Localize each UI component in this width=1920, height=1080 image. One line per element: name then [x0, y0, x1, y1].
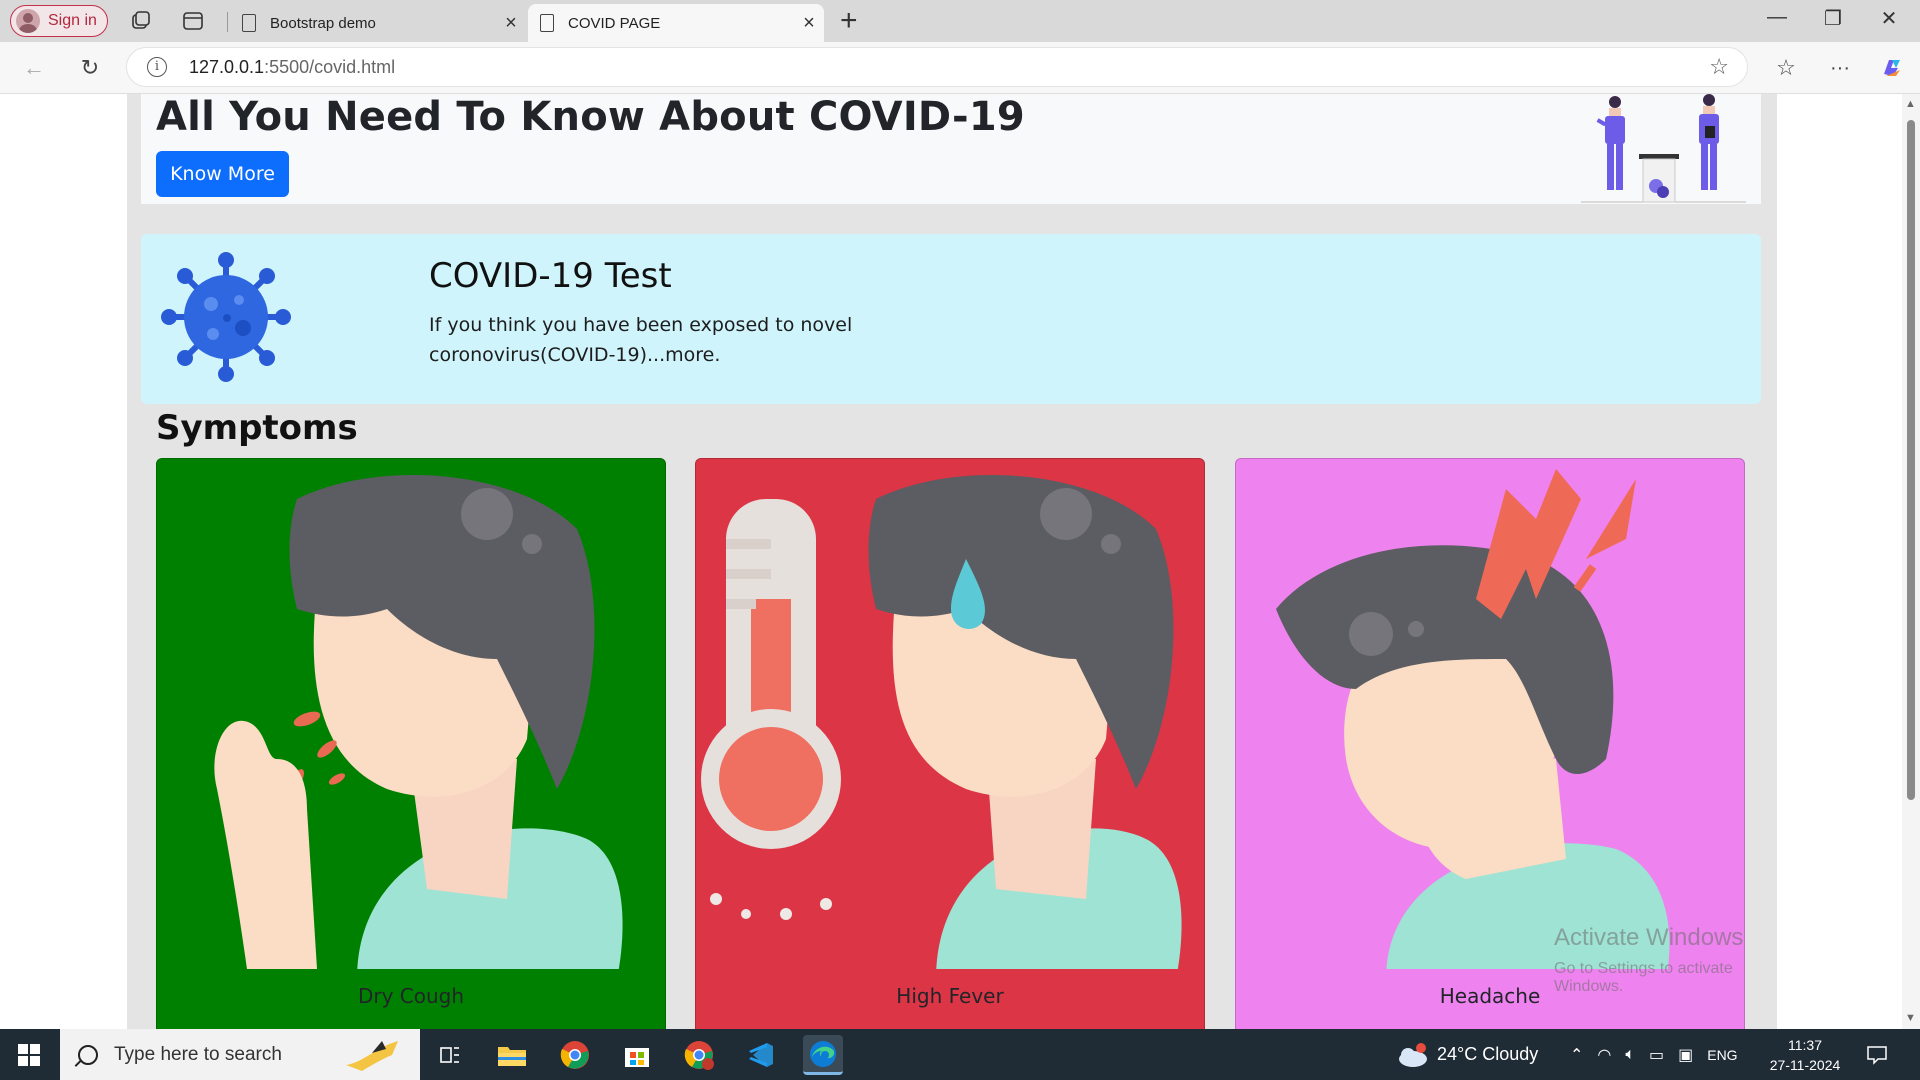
language-indicator[interactable]: ENG — [1707, 1047, 1737, 1063]
profile-avatar-icon — [16, 9, 40, 33]
microsoft-store-icon[interactable] — [617, 1035, 657, 1075]
covid-test-text: If you think you have been exposed to no… — [429, 314, 853, 366]
tab-strip: Sign in Bootstrap demo × COVID PAGE × + … — [0, 0, 1920, 42]
chrome-profile-icon[interactable] — [679, 1035, 719, 1075]
minimize-icon[interactable]: — — [1754, 6, 1800, 29]
hero-title: All You Need To Know About COVID-19 — [156, 94, 1025, 140]
high-fever-illustration — [701, 475, 1182, 969]
windows-start-icon[interactable] — [18, 1044, 40, 1066]
page-viewport: All You Need To Know About COVID-19 Know… — [0, 94, 1920, 1029]
vscode-icon[interactable] — [741, 1035, 781, 1075]
scroll-down-icon[interactable]: ▼ — [1905, 1012, 1916, 1024]
page-document-icon — [242, 14, 256, 32]
weather-widget[interactable]: 24°C Cloudy — [1395, 1029, 1538, 1080]
close-window-icon[interactable]: ✕ — [1866, 6, 1912, 31]
close-tab-icon[interactable]: × — [794, 12, 824, 35]
covid-test-title: COVID-19 Test — [429, 256, 672, 296]
scroll-up-icon[interactable]: ▲ — [1905, 98, 1916, 110]
system-tray: ⌃ ◠ 🔈︎ ▭ ▣ ENG — [1570, 1029, 1738, 1080]
page-scrollbar[interactable]: ▲ ▼ — [1902, 94, 1920, 1029]
symptom-caption: Dry Cough — [357, 984, 465, 1008]
know-more-button[interactable]: Know More — [156, 151, 289, 197]
dry-cough-illustration — [214, 475, 623, 969]
clock-date: 27-11-2024 — [1769, 1057, 1841, 1073]
tab-actions-icon[interactable] — [181, 9, 205, 33]
copilot-icon[interactable] — [1878, 54, 1906, 82]
workspaces-icon[interactable] — [129, 9, 153, 33]
close-tab-icon[interactable]: × — [496, 12, 526, 35]
virus-icon — [161, 252, 291, 382]
symptom-caption: High Fever — [896, 984, 1004, 1008]
restore-icon[interactable]: ❐ — [1810, 6, 1856, 31]
windows-taskbar: Type here to search 24°C Cloudy ⌃ ◠ 🔈︎ ▭… — [0, 1029, 1920, 1080]
page-document-icon — [540, 14, 554, 32]
favorites-icon[interactable]: ☆ — [1772, 54, 1800, 82]
activate-windows-title: Activate Windows — [1554, 924, 1744, 951]
search-placeholder: Type here to search — [114, 1043, 282, 1065]
sign-in-button[interactable]: Sign in — [10, 5, 108, 37]
clock-time: 11:37 — [1788, 1037, 1822, 1053]
url-path: :5500/covid.html — [264, 56, 396, 77]
taskbar-search-box[interactable]: Type here to search — [60, 1029, 420, 1080]
url-host: 127.0.0.1 — [189, 56, 265, 77]
weather-text: 24°C Cloudy — [1437, 1044, 1539, 1064]
url-text: 127.0.0.1:5500/covid.html — [189, 57, 395, 78]
site-info-icon[interactable]: i — [147, 57, 167, 77]
new-tab-button[interactable]: + — [840, 4, 858, 38]
clock[interactable]: 11:37 27-11-2024 — [1765, 1035, 1845, 1075]
headache-illustration — [1276, 469, 1670, 969]
page-container: All You Need To Know About COVID-19 Know… — [127, 94, 1777, 1029]
covid-test-alert: COVID-19 Test If you think you have been… — [141, 234, 1761, 404]
reload-icon[interactable]: ↻ — [76, 54, 104, 82]
scrollbar-thumb[interactable] — [1907, 120, 1915, 800]
activate-windows-subtitle: Go to Settings to activate Windows. — [1554, 960, 1733, 995]
tab-title: COVID PAGE — [568, 14, 661, 32]
search-icon — [78, 1044, 98, 1065]
address-bar[interactable]: i 127.0.0.1:5500/covid.html ☆ — [126, 47, 1748, 87]
search-highlight-icon — [346, 1040, 398, 1071]
hero-jumbotron: All You Need To Know About COVID-19 Know… — [141, 94, 1761, 204]
notifications-icon[interactable] — [1866, 1029, 1888, 1080]
tab-bootstrap-demo[interactable]: Bootstrap demo × — [230, 4, 526, 42]
browser-toolbar: ← ↻ i 127.0.0.1:5500/covid.html ☆ ☆ ··· — [0, 42, 1920, 94]
edge-icon[interactable] — [803, 1035, 843, 1075]
chrome-icon[interactable] — [555, 1035, 595, 1075]
tab-separator — [227, 12, 228, 32]
back-icon[interactable]: ← — [20, 54, 48, 82]
task-view-icon[interactable] — [430, 1035, 470, 1075]
show-hidden-icons-icon[interactable]: ⌃ — [1570, 1045, 1583, 1065]
symptom-card-dry-cough: Dry Cough — [156, 458, 666, 1029]
display-icon[interactable]: ▣ — [1678, 1045, 1693, 1065]
network-icon[interactable]: ◠ — [1597, 1045, 1611, 1065]
symptoms-heading: Symptoms — [156, 408, 358, 448]
more-menu-icon[interactable]: ··· — [1826, 54, 1854, 82]
sign-in-label: Sign in — [48, 12, 97, 29]
tab-covid-page[interactable]: COVID PAGE × — [528, 4, 824, 42]
favorite-star-icon[interactable]: ☆ — [1709, 54, 1729, 80]
doctors-illustration — [1581, 94, 1746, 203]
cloudy-weather-icon — [1399, 1042, 1427, 1067]
volume-icon[interactable]: 🔈︎ — [1625, 1046, 1635, 1064]
file-explorer-icon[interactable] — [492, 1035, 532, 1075]
tab-title: Bootstrap demo — [270, 14, 376, 32]
symptom-card-high-fever: High Fever — [695, 458, 1205, 1029]
battery-icon[interactable]: ▭ — [1649, 1045, 1664, 1065]
